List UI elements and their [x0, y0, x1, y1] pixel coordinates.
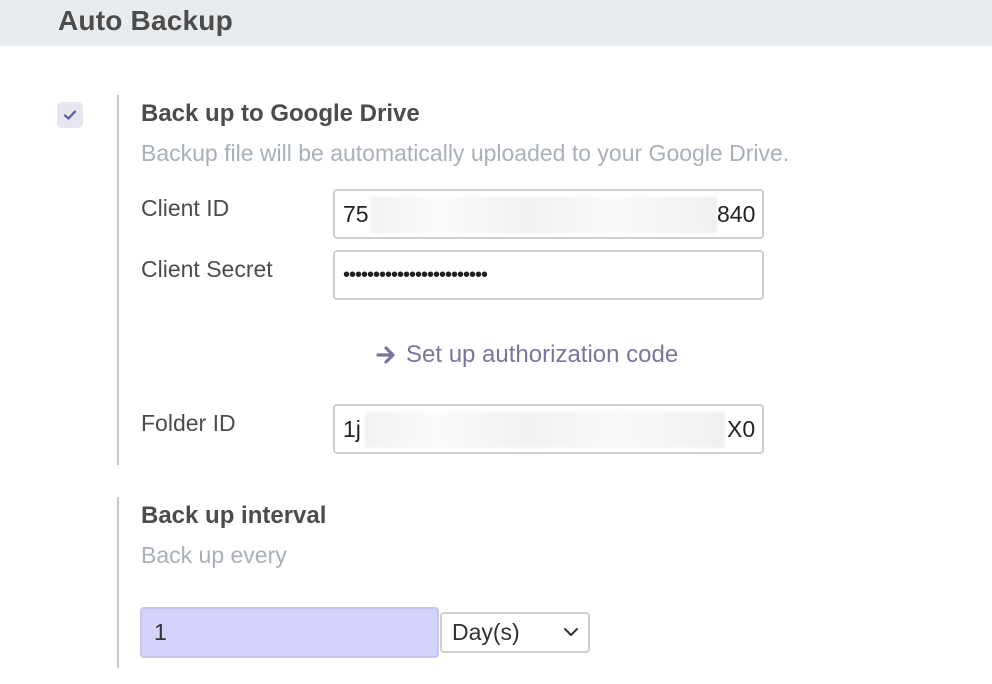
google-drive-title: Back up to Google Drive [141, 100, 420, 127]
interval-unit-value: Day(s) [452, 619, 520, 645]
google-drive-enable-checkbox[interactable] [57, 102, 83, 128]
interval-value-input[interactable]: 1 [140, 607, 439, 658]
interval-section-divider [117, 497, 119, 668]
redaction-blur [371, 197, 717, 233]
google-drive-section-divider [117, 95, 119, 465]
client-id-input[interactable]: 75 840 [333, 189, 764, 239]
interval-description: Back up every [141, 542, 287, 568]
client-secret-label: Client Secret [141, 256, 273, 282]
folder-id-value-end: X0 [727, 416, 756, 442]
section-header: Auto Backup [0, 0, 992, 46]
folder-id-input[interactable]: 1j X0 [333, 404, 764, 454]
client-secret-value: •••••••••••••••••••••••• [343, 264, 488, 286]
setup-authorization-code-label: Set up authorization code [406, 341, 679, 368]
redaction-blur [365, 412, 725, 448]
arrow-right-icon [376, 346, 395, 364]
google-drive-description: Backup file will be automatically upload… [141, 140, 790, 166]
interval-unit-select[interactable]: Day(s) [440, 612, 590, 653]
chevron-down-icon [564, 628, 578, 636]
client-id-label: Client ID [141, 195, 230, 221]
interval-title: Back up interval [141, 502, 327, 529]
client-secret-input[interactable]: •••••••••••••••••••••••• [333, 250, 764, 300]
setup-authorization-code-link[interactable]: Set up authorization code [376, 341, 678, 369]
client-id-value-end: 840 [717, 201, 756, 227]
folder-id-label: Folder ID [141, 410, 236, 436]
interval-value: 1 [154, 619, 167, 645]
client-id-value-start: 75 [343, 201, 369, 227]
folder-id-value-start: 1j [343, 416, 361, 442]
section-header-title: Auto Backup [58, 5, 233, 36]
check-icon [63, 110, 77, 120]
